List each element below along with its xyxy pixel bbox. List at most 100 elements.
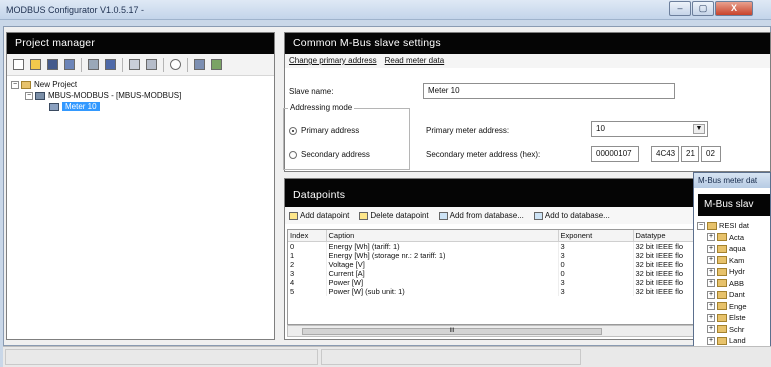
tree-label-project: New Project <box>34 80 78 89</box>
table-header-row: Index Caption Exponent Datatype <box>288 230 758 242</box>
primary-address-value: 10 <box>596 124 605 133</box>
delete-datapoint-button[interactable]: Delete datapoint <box>359 211 429 220</box>
secondary-address-field-3[interactable]: 21 <box>681 146 699 162</box>
settings-icon[interactable] <box>170 59 181 70</box>
tree-node-manufacturer[interactable]: + Hydr <box>697 266 767 278</box>
window-title: MODBUS Configurator V1.0.5.17 - <box>6 5 145 15</box>
primary-address-select[interactable]: 10 ▼ <box>591 121 708 137</box>
project-toolbar <box>7 54 274 76</box>
meter-window-title[interactable]: M-Bus meter dat <box>694 173 770 188</box>
secondary-address-radio[interactable] <box>289 150 297 159</box>
status-bar <box>3 346 771 367</box>
add-to-database-button[interactable]: Add to database... <box>533 211 610 220</box>
collapse-icon[interactable]: − <box>697 221 705 230</box>
primary-address-radio[interactable] <box>289 126 297 135</box>
primary-address-radio-row[interactable]: Primary address <box>289 126 359 135</box>
expand-icon[interactable]: + <box>707 325 715 334</box>
table-row[interactable]: 4 Power [W] 3 32 bit IEEE flo <box>288 278 758 287</box>
expand-icon[interactable]: + <box>707 336 715 345</box>
delete-icon <box>359 211 369 220</box>
collapse-icon[interactable]: − <box>11 80 19 89</box>
cell-exponent: 3 <box>558 251 634 260</box>
tree-node-manufacturer[interactable]: + Schr <box>697 324 767 336</box>
tree-node-manufacturer[interactable]: + Elste <box>697 312 767 324</box>
column-header-exponent[interactable]: Exponent <box>558 230 634 242</box>
slave-name-input[interactable]: Meter 10 <box>423 83 675 99</box>
datapoints-table: Index Caption Exponent Datatype 0 Energy … <box>288 230 758 296</box>
add-icon <box>289 211 298 220</box>
tree-label-manufacturer: Schr <box>729 324 745 334</box>
secondary-address-field-2[interactable]: 4C43 <box>651 146 679 162</box>
cell-caption: Voltage [V] <box>326 260 559 269</box>
add-from-database-button[interactable]: Add from database... <box>438 211 524 220</box>
tree-node-modbus[interactable]: − MBUS-MODBUS - [MBUS-MODBUS] <box>11 90 270 101</box>
table-row[interactable]: 1 Energy [Wh] (storage nr.: 2 tariff: 1) 3… <box>288 251 758 260</box>
expand-icon[interactable]: + <box>707 256 715 265</box>
table-row[interactable]: 5 Power [W] (sub unit: 1) 3 32 bit IEEE flo <box>288 287 758 296</box>
slave-settings-header: Common M-Bus slave settings <box>285 33 770 54</box>
tree-label-manufacturer: Acta <box>729 232 745 242</box>
table-row[interactable]: 3 Current [A] 0 32 bit IEEE flo <box>288 269 758 278</box>
new-file-icon[interactable] <box>13 59 24 70</box>
tree-node-manufacturer[interactable]: + Enge <box>697 301 767 313</box>
secondary-address-field-1[interactable]: 00000107 <box>591 146 639 162</box>
open-folder-icon[interactable] <box>30 59 41 70</box>
copy-icon[interactable] <box>129 59 140 70</box>
network-icon[interactable] <box>194 59 205 70</box>
cut-icon[interactable] <box>88 59 99 70</box>
column-header-index[interactable]: Index <box>288 230 327 242</box>
change-primary-address-link[interactable]: Change primary address <box>289 56 377 66</box>
toolbar-separator <box>187 57 188 72</box>
chevron-down-icon[interactable]: ▼ <box>693 124 705 134</box>
addressing-mode-title: Addressing mode <box>288 103 355 112</box>
scrollbar-thumb[interactable]: III <box>302 328 602 335</box>
cell-index: 1 <box>288 251 327 260</box>
tree-node-manufacturer[interactable]: + Land <box>697 335 767 347</box>
tree-node-project[interactable]: − New Project <box>11 79 270 90</box>
tree-label-manufacturer: Kam <box>729 255 745 265</box>
expand-icon[interactable]: + <box>707 244 715 253</box>
table-row[interactable]: 0 Energy [Wh] (tariff: 1) 3 32 bit IEEE flo <box>288 241 758 251</box>
folder-icon <box>717 256 727 265</box>
secondary-address-field-4[interactable]: 02 <box>701 146 721 162</box>
delete-datapoint-label: Delete datapoint <box>370 211 429 220</box>
gateway-icon <box>35 91 45 100</box>
tree-node-meter[interactable]: Meter 10 <box>11 101 270 112</box>
addressing-mode-group: Addressing mode Primary address Secondar… <box>283 103 410 170</box>
folder-icon <box>717 290 727 299</box>
status-panel-left <box>5 349 318 365</box>
print-icon[interactable] <box>211 59 222 70</box>
secondary-address-label: Secondary meter address (hex): <box>426 150 541 159</box>
edit-icon[interactable] <box>105 59 116 70</box>
secondary-address-radio-row[interactable]: Secondary address <box>289 150 370 159</box>
column-header-caption[interactable]: Caption <box>326 230 559 242</box>
window-titlebar: MODBUS Configurator V1.0.5.17 - – ▢ X <box>0 0 771 20</box>
tree-node-manufacturer[interactable]: + Dant <box>697 289 767 301</box>
tree-node-manufacturer[interactable]: + ABB <box>697 278 767 290</box>
expand-icon[interactable]: + <box>707 279 715 288</box>
paste-icon[interactable] <box>146 59 157 70</box>
save-as-icon[interactable] <box>64 59 75 70</box>
expand-icon[interactable]: + <box>707 267 715 276</box>
tree-label-manufacturer: Hydr <box>729 267 745 277</box>
toolbar-separator <box>122 57 123 72</box>
maximize-button[interactable]: ▢ <box>692 1 714 16</box>
collapse-icon[interactable]: − <box>25 91 33 100</box>
expand-icon[interactable]: + <box>707 233 715 242</box>
close-button[interactable]: X <box>715 1 753 16</box>
tree-node-manufacturer[interactable]: + Acta <box>697 232 767 244</box>
folder-icon <box>717 233 727 242</box>
expand-icon[interactable]: + <box>707 290 715 299</box>
tree-node-manufacturer[interactable]: + aqua <box>697 243 767 255</box>
table-row[interactable]: 2 Voltage [V] 0 32 bit IEEE flo <box>288 260 758 269</box>
secondary-address-radio-label: Secondary address <box>301 150 370 159</box>
minimize-button[interactable]: – <box>669 1 691 16</box>
read-meter-data-link[interactable]: Read meter data <box>385 56 445 66</box>
cell-exponent: 3 <box>558 278 634 287</box>
tree-node-manufacturer[interactable]: + Kam <box>697 255 767 267</box>
save-icon[interactable] <box>47 59 58 70</box>
expand-icon[interactable]: + <box>707 302 715 311</box>
expand-icon[interactable]: + <box>707 313 715 322</box>
tree-node-resi[interactable]: − RESI dat <box>697 220 767 232</box>
add-datapoint-button[interactable]: Add datapoint <box>289 211 349 220</box>
